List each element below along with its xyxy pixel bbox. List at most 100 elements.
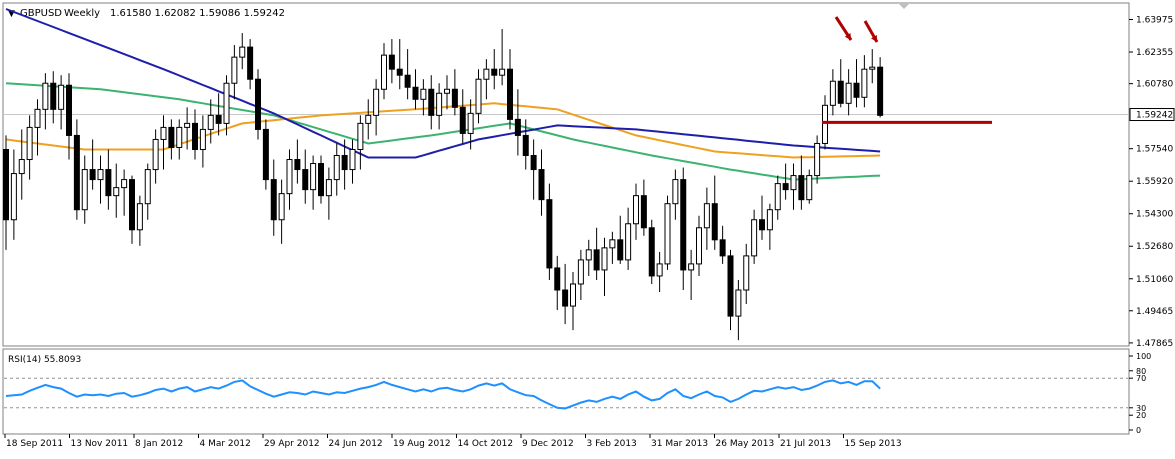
candle-up [703, 203, 710, 229]
x-tick-label: 15 Sep 2013 [845, 439, 902, 449]
candle-down [3, 148, 9, 221]
candle-down [719, 239, 726, 257]
x-tick-label: 26 May 2013 [716, 439, 775, 449]
y-tick-label: 1.63975 [1136, 16, 1173, 26]
candle-up [333, 155, 340, 181]
candle-up [672, 179, 679, 205]
candle-down [66, 84, 72, 136]
candle-down [546, 199, 553, 269]
candle-down [459, 106, 466, 134]
candle-down [514, 118, 521, 136]
candle-down [247, 46, 254, 80]
candle-up [26, 126, 33, 161]
candle-down [396, 68, 403, 76]
candle-up [121, 179, 128, 189]
candle-up [136, 203, 143, 231]
candle-up [499, 68, 506, 76]
candle-up [735, 289, 742, 317]
x-tick-label: 29 Apr 2012 [264, 439, 320, 449]
y-tick-label: 1.62355 [1136, 48, 1173, 58]
ma-blue-line [5, 8, 881, 159]
candle-up [18, 159, 25, 175]
candle-down [341, 155, 348, 171]
candle-up [199, 128, 206, 150]
candle-up [152, 138, 159, 171]
candle-up [10, 173, 17, 221]
candle-down [530, 155, 537, 171]
candle-up [601, 247, 608, 271]
candle-down [759, 219, 765, 231]
candle-up [223, 82, 230, 124]
candle-up [444, 88, 450, 94]
candle-up [286, 159, 293, 195]
candle-up [97, 169, 104, 181]
candle-up [869, 66, 876, 70]
candle-up [207, 114, 214, 130]
x-tick-label: 9 Dec 2012 [522, 439, 574, 449]
candle-up [822, 104, 828, 144]
candle-down [318, 163, 324, 197]
x-tick-label: 21 Jul 2013 [780, 439, 831, 449]
candle-down [640, 195, 647, 229]
candle-up [231, 56, 238, 84]
rsi-tick-label: 0 [1136, 426, 1141, 435]
candle-up [420, 88, 427, 100]
rsi-tick-label: 100 [1136, 352, 1151, 361]
candle-down [877, 66, 884, 116]
candle-up [349, 148, 356, 171]
y-tick-label: 1.54300 [1136, 210, 1173, 220]
candle-up [570, 283, 576, 307]
candle-down [491, 68, 498, 76]
rsi-tick-label: 20 [1136, 411, 1146, 420]
candle-down [562, 289, 569, 307]
candle-up [325, 179, 332, 197]
y-tick-label: 1.52680 [1136, 242, 1173, 252]
y-tick-label: 1.51060 [1136, 275, 1173, 285]
candle-down [404, 74, 411, 88]
candle-up [144, 169, 151, 205]
candle-up [58, 84, 65, 110]
candle-up [688, 263, 695, 271]
candle-down [538, 169, 545, 201]
candle-up [656, 263, 663, 277]
candle-down [522, 134, 529, 157]
candle-down [428, 88, 435, 116]
x-tick-label: 31 Mar 2013 [651, 439, 708, 449]
y-tick-label: 1.47865 [1136, 339, 1173, 349]
candle-up [373, 88, 380, 116]
candle-down [129, 179, 135, 231]
x-tick-label: 19 Aug 2012 [393, 439, 451, 449]
candle-down [50, 82, 57, 110]
candle-up [845, 82, 852, 104]
ohlc-quote: 1.61580 1.62082 1.59086 1.59242 [110, 8, 285, 19]
candle-up [176, 126, 183, 148]
candle-down [412, 86, 419, 100]
candle-down [168, 126, 175, 148]
candle-down [270, 179, 277, 221]
candle-up [861, 68, 868, 98]
candle-up [239, 46, 246, 58]
x-tick-label: 18 Sep 2011 [6, 439, 63, 449]
candle-down [388, 54, 395, 70]
candle-down [89, 169, 96, 181]
candle-up [577, 259, 584, 285]
candle-down [648, 227, 655, 277]
candle-up [633, 195, 639, 225]
candle-up [381, 54, 387, 90]
price-chart-svg: ▼ GBPUSD Weekly 1.61580 1.62082 1.59086 … [2, 2, 1175, 449]
candle-up [160, 126, 167, 140]
candle-up [664, 203, 671, 265]
candle-up [609, 239, 616, 249]
current-price-label: 1.59242 [1136, 111, 1173, 121]
x-tick-label: 4 Mar 2012 [200, 439, 251, 449]
candle-down [507, 68, 513, 120]
candle-up [436, 92, 443, 116]
candle-down [192, 122, 198, 150]
candlesticks [3, 29, 884, 341]
candle-up [774, 183, 781, 211]
y-tick-label: 1.55920 [1136, 177, 1173, 187]
candle-up [278, 193, 285, 221]
rsi-indicator: RSI(14) 55.8093 100807030200 [4, 352, 1151, 435]
rsi-label: RSI(14) 55.8093 [8, 355, 81, 365]
candle-up [81, 169, 88, 211]
